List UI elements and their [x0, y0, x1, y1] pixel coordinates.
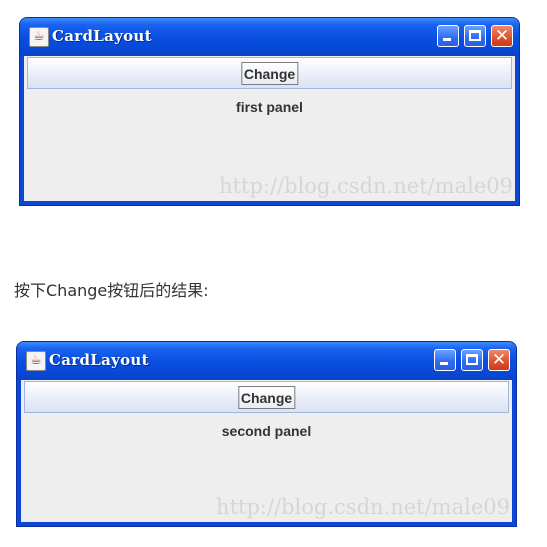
minimize-button[interactable] — [437, 25, 459, 47]
title-bar[interactable]: ☕ CardLayout ✕ — [20, 18, 519, 56]
close-button[interactable]: ✕ — [488, 349, 510, 371]
title-bar[interactable]: ☕ CardLayout ✕ — [17, 342, 516, 380]
content-pane: Change second panel http://blog.csdn.net… — [21, 380, 512, 522]
panel-label: first panel — [236, 99, 303, 115]
close-button[interactable]: ✕ — [491, 25, 513, 47]
minimize-button[interactable] — [434, 349, 456, 371]
minimize-icon — [440, 362, 448, 365]
panel-label: second panel — [221, 423, 312, 439]
maximize-icon — [466, 354, 478, 365]
button-bar: Change — [27, 57, 512, 89]
close-icon: ✕ — [494, 26, 510, 46]
cardlayout-window-first: ☕ CardLayout ✕ Change first panel http:/… — [20, 18, 519, 205]
java-cup-icon: ☕ — [29, 27, 49, 47]
maximize-button[interactable] — [464, 25, 486, 47]
window-title: CardLayout — [52, 27, 152, 45]
window-title: CardLayout — [49, 351, 149, 369]
watermark-text: http://blog.csdn.net/male09 — [216, 495, 510, 519]
change-button[interactable]: Change — [240, 62, 299, 85]
change-button[interactable]: Change — [237, 386, 296, 409]
content-pane: Change first panel http://blog.csdn.net/… — [24, 56, 515, 201]
minimize-icon — [443, 38, 451, 41]
maximize-icon — [469, 30, 481, 41]
caption-text: 按下Change按钮后的结果: — [14, 281, 209, 300]
button-bar: Change — [24, 381, 509, 413]
java-cup-icon: ☕ — [26, 351, 46, 371]
maximize-button[interactable] — [461, 349, 483, 371]
close-icon: ✕ — [491, 350, 507, 370]
watermark-text: http://blog.csdn.net/male09 — [219, 174, 513, 198]
cardlayout-window-second: ☕ CardLayout ✕ Change second panel http:… — [17, 342, 516, 526]
